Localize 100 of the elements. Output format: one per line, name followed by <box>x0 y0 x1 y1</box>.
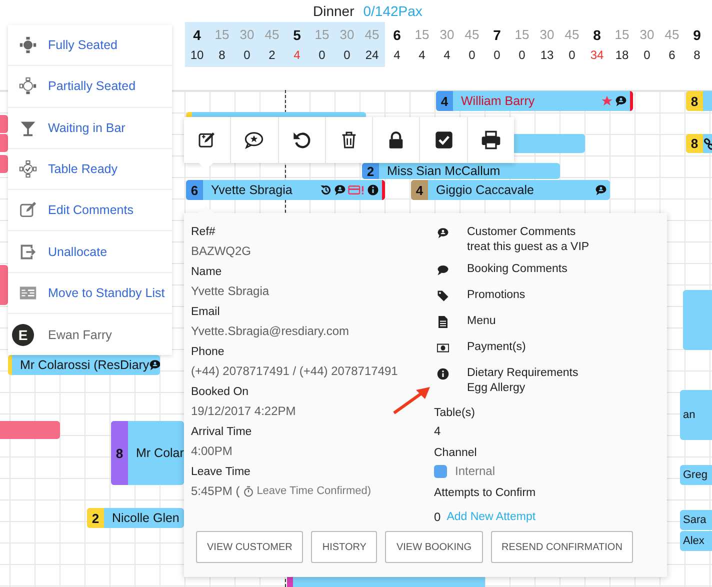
field-label: Channel <box>434 447 478 459</box>
field-value: 4 <box>434 424 442 438</box>
table-icon <box>19 77 37 96</box>
time-label: 45 <box>264 27 280 42</box>
exit-icon <box>19 242 37 261</box>
field-label: Name <box>191 266 223 278</box>
guest-name: Mr Colar <box>135 446 184 460</box>
guest-name: Yvette Sbragia <box>210 183 294 197</box>
time-label: 30 <box>340 27 354 42</box>
menu-item[interactable]: Move to Standby List <box>8 272 172 314</box>
service-title: Dinner <box>313 3 354 19</box>
field-label: Attempts to Confirm <box>434 487 537 499</box>
print-button[interactable] <box>468 117 514 163</box>
field-label: Table(s) <box>434 407 476 419</box>
table-check-icon <box>19 160 37 178</box>
info-title: Dietary Requirements <box>467 367 578 379</box>
star-comment-icon <box>244 130 264 150</box>
field-value: Yvette.Sbragia@resdiary.com <box>191 324 350 338</box>
time-label: 4 <box>193 26 201 43</box>
covers-badge: 8 <box>686 91 703 111</box>
booking-bar[interactable]: 4 William Barry <box>436 91 633 111</box>
time-label: 15 <box>514 27 530 42</box>
covers-badge: 6 <box>186 180 203 200</box>
field-value: (+44) 2078717491 / (+44) 2078717491 <box>191 364 398 378</box>
action-button[interactable]: VIEW BOOKING <box>385 531 482 563</box>
booking-bar[interactable] <box>0 134 8 152</box>
info-title: Customer Comments <box>467 226 577 238</box>
field-value: 0 <box>434 510 441 524</box>
cover-count: 0 <box>344 48 350 62</box>
field-value: 5:45PM ( <box>191 484 240 498</box>
cover-count: 8 <box>694 48 700 62</box>
field-value: Internal <box>455 464 496 478</box>
stopwatch-icon <box>242 486 254 496</box>
booking-bar[interactable] <box>287 577 485 587</box>
undo-icon <box>292 130 312 150</box>
info-title: Booking Comments <box>467 263 568 275</box>
time-label: 9 <box>693 26 701 43</box>
guest-name: Nicolle Glen <box>111 511 180 525</box>
menu-item[interactable]: Table Ready <box>8 148 172 190</box>
cover-count: 10 <box>190 48 204 62</box>
vip-comment-button[interactable] <box>231 117 279 163</box>
undo-button[interactable] <box>278 117 326 163</box>
checkbox-icon <box>434 130 454 150</box>
printer-icon <box>480 130 501 150</box>
booking-bar[interactable]: 2 Miss Sian McCallum <box>362 163 560 179</box>
covers-badge: 4 <box>411 180 428 200</box>
booking-bar[interactable]: Greg <box>680 465 712 485</box>
booking-bar[interactable]: Alex <box>680 531 712 551</box>
action-button[interactable]: RESEND CONFIRMATION <box>490 531 634 563</box>
booking-bar[interactable]: 8 <box>686 134 712 153</box>
time-label: 5 <box>293 26 301 43</box>
cover-count: 4 <box>294 48 300 62</box>
document-icon <box>437 316 449 328</box>
menu-item[interactable]: Partially Seated <box>8 66 172 108</box>
field-label: Leave Time <box>191 466 252 478</box>
field-label: Phone <box>191 346 226 358</box>
time-label: 15 <box>414 27 430 42</box>
cover-count: 0 <box>644 48 650 62</box>
check-button[interactable] <box>420 117 468 163</box>
action-button[interactable]: VIEW CUSTOMER <box>196 531 304 563</box>
delete-button[interactable] <box>326 117 374 163</box>
field-label: Ref# <box>191 226 216 238</box>
lock-button[interactable] <box>373 117 420 163</box>
list-icon <box>19 284 37 302</box>
booking-bar[interactable] <box>0 155 8 173</box>
pax-count: 0/142Pax <box>363 3 422 19</box>
edit-button[interactable] <box>184 117 232 163</box>
banknote-icon <box>437 342 449 354</box>
cover-count: 0 <box>244 48 250 62</box>
menu-item[interactable]: E Ewan Farry <box>8 314 172 356</box>
tag-icon <box>437 290 449 302</box>
booking-bar[interactable]: 6 Yvette Sbragia <box>186 180 385 200</box>
cover-count: 0 <box>568 48 576 62</box>
booking-bar[interactable]: an <box>680 390 712 440</box>
booking-bar[interactable] <box>0 115 8 133</box>
time-label: 45 <box>464 27 480 42</box>
menu-item[interactable]: Unallocate <box>8 231 172 273</box>
cover-count: 0 <box>468 48 476 62</box>
leave-note: Leave Time Confirmed) <box>256 485 372 497</box>
cover-count: 0 <box>518 48 526 62</box>
cover-count: 6 <box>668 48 676 62</box>
booking-bar[interactable]: 2 Nicolle Glen <box>87 508 184 528</box>
action-button[interactable]: HISTORY <box>311 531 378 563</box>
info-value: treat this guest as a VIP <box>467 241 590 253</box>
field-value: Yvette Sbragia <box>191 284 270 298</box>
booking-bar[interactable]: Sara <box>680 510 712 530</box>
menu-item[interactable]: Fully Seated <box>8 25 172 66</box>
booking-bar[interactable]: Mr Colarossi (ResDiary <box>8 355 160 375</box>
booking-bar[interactable]: 4 Giggio Caccavale <box>411 180 610 200</box>
menu-item[interactable]: Waiting in Bar <box>8 108 172 149</box>
menu-item[interactable]: Edit Comments <box>8 190 172 232</box>
cocktail-icon <box>19 118 37 137</box>
booking-bar[interactable]: 8 Mr Colar <box>111 421 184 485</box>
time-label: 15 <box>314 27 330 42</box>
cover-count: 8 <box>218 48 226 62</box>
time-label: 30 <box>540 27 554 42</box>
cover-count: 0 <box>494 48 500 62</box>
time-label: 15 <box>214 27 230 42</box>
booking-bar[interactable]: 8 <box>686 91 712 111</box>
cover-count: 4 <box>418 48 426 62</box>
